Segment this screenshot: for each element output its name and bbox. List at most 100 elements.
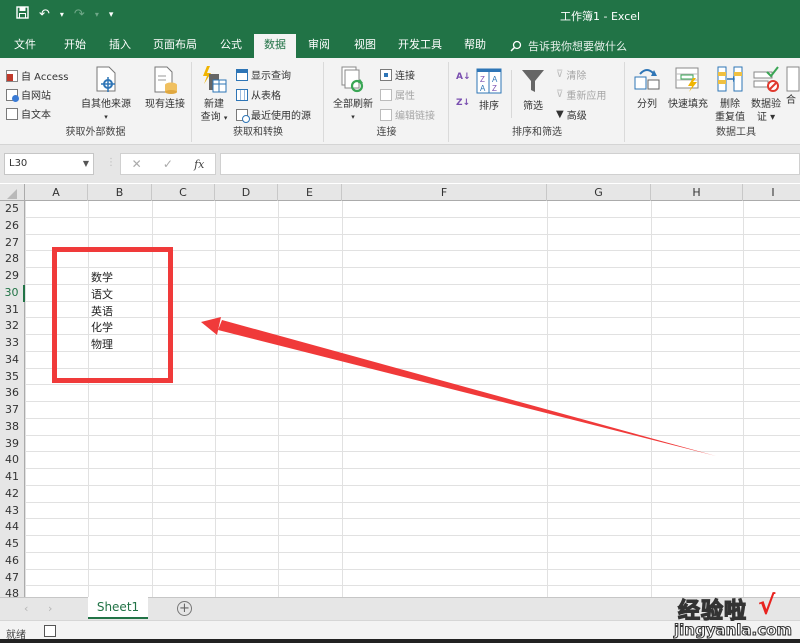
column-header-e[interactable]: E [278,184,342,201]
row-header-46[interactable]: 46 [0,552,25,570]
row-gridline [25,384,800,386]
row-header-47[interactable]: 47 [0,569,25,587]
column-header-d[interactable]: D [215,184,278,201]
from-table-button[interactable]: 从表格 [236,87,281,102]
scroll-sheets-left-icon[interactable]: ‹ [24,602,28,615]
from-access-button[interactable]: 自 Access [6,68,68,83]
row-gridline [25,417,800,419]
tab-insert[interactable]: 插入 [101,34,139,58]
add-sheet-icon[interactable]: + [177,601,192,616]
tab-help[interactable]: 帮助 [456,34,494,58]
column-header-g[interactable]: G [547,184,651,201]
row-header-45[interactable]: 45 [0,536,25,553]
column-header: A B C D E F G H I [0,184,800,201]
advanced-button[interactable]: ▼ 高级 [556,107,587,122]
undo-dropdown-icon[interactable]: ▾ [60,10,64,19]
row-header-31[interactable]: 31 [0,301,25,319]
formula-input[interactable] [220,153,800,175]
cancel-icon[interactable]: ✕ [132,157,142,171]
row-header-34[interactable]: 34 [0,351,25,369]
row-header-36[interactable]: 36 [0,385,25,402]
properties-button[interactable]: 属性 [380,87,415,102]
watermark-check-icon: √ [758,591,776,621]
tab-formulas[interactable]: 公式 [212,34,250,58]
tab-review[interactable]: 审阅 [300,34,338,58]
column-header-i[interactable]: I [743,184,800,201]
from-web-button[interactable]: 自网站 [6,87,51,102]
sort-button[interactable]: ZAAZ 排序 [474,68,504,113]
tab-file[interactable]: 文件 [6,34,44,58]
flash-fill-button[interactable]: 快速填充 [666,66,710,111]
svg-text:A: A [480,84,486,93]
edit-links-button[interactable]: 编辑链接 [380,107,435,122]
tab-developer[interactable]: 开发工具 [390,34,450,58]
data-validation-button[interactable]: 数据验 证 ▾ [748,66,784,124]
row-header-26[interactable]: 26 [0,217,25,235]
row-header-39[interactable]: 39 [0,435,25,453]
filter-icon [520,68,546,96]
row-gridline [25,585,800,587]
from-other-sources-button[interactable]: 自其他来源 ▾ [78,66,134,124]
row-header-35[interactable]: 35 [0,368,25,386]
row-header-41[interactable]: 41 [0,469,25,486]
column-header-b[interactable]: B [88,184,152,201]
tab-page-layout[interactable]: 页面布局 [145,34,205,58]
row-header-32[interactable]: 32 [0,318,25,335]
existing-connections-button[interactable]: 现有连接 [140,66,190,111]
row-header-30[interactable]: 30 [0,284,25,302]
new-query-button[interactable]: 新建 查询 ▾ [197,66,231,125]
consolidate-button[interactable]: 合 [786,66,800,107]
macro-record-icon[interactable] [44,625,56,637]
redo-icon[interactable]: ↷ [74,7,85,22]
save-icon[interactable] [16,6,29,23]
insert-function-icon[interactable]: fx [194,158,204,171]
enter-icon[interactable]: ✓ [163,157,173,171]
redo-dropdown-icon[interactable]: ▾ [95,10,99,19]
name-box-dropdown-icon[interactable]: ▼ [83,154,89,174]
formula-buttons: ✕ ✓ fx [120,153,216,175]
column-header-a[interactable]: A [25,184,88,201]
row-header-33[interactable]: 33 [0,335,25,352]
sort-z-a-button[interactable]: Z↓ [456,98,470,108]
filter-button[interactable]: 筛选 [518,68,548,113]
refresh-all-button[interactable]: 全部刷新 ▾ [329,66,377,124]
connections-button[interactable]: 连接 [380,67,415,82]
row-header-44[interactable]: 44 [0,519,25,536]
scroll-sheets-right-icon[interactable]: › [48,602,52,615]
row-header-40[interactable]: 40 [0,452,25,469]
column-header-c[interactable]: C [152,184,215,201]
row-header-27[interactable]: 27 [0,234,25,252]
text-to-columns-button[interactable]: 分列 [630,66,664,111]
clear-button[interactable]: ⊽ 清除 [556,67,586,82]
tab-view[interactable]: 视图 [346,34,384,58]
sheet-tab-sheet1[interactable]: Sheet1 [88,597,148,619]
from-text-button[interactable]: 自文本 [6,106,51,121]
row-header-42[interactable]: 42 [0,485,25,503]
tab-data[interactable]: 数据 [254,34,296,58]
row-header-25[interactable]: 25 [0,201,25,218]
select-all-button[interactable] [0,184,25,201]
undo-icon[interactable]: ↶ [39,7,50,22]
column-header-h[interactable]: H [651,184,743,201]
edit-links-icon [380,108,392,121]
sort-a-z-button[interactable]: A↓ [456,72,471,82]
remove-duplicates-button[interactable]: 删除 重复值 [712,66,748,124]
column-header-f[interactable]: F [342,184,547,201]
customize-qat-icon[interactable]: ▾ [109,10,114,20]
name-box[interactable]: L30 ▼ [4,153,94,175]
group-get-transform: 新建 查询 ▾ 显示查询 从表格 最近使用的源 获取和转换 [193,62,324,142]
show-queries-button[interactable]: 显示查询 [236,67,291,82]
annotation-highlight-box [52,247,173,383]
reapply-button[interactable]: ⊽ 重新应用 [556,87,606,102]
row-header-43[interactable]: 43 [0,502,25,520]
row-header-28[interactable]: 28 [0,251,25,268]
tab-home[interactable]: 开始 [56,34,94,58]
row-header-48[interactable]: 48 [0,586,25,597]
recent-sources-button[interactable]: 最近使用的源 [236,107,311,123]
tell-me-box[interactable]: 告诉我你想要做什么 [510,38,627,54]
other-sources-icon [93,66,119,94]
row-header-29[interactable]: 29 [0,268,25,285]
row-header-37[interactable]: 37 [0,402,25,419]
consolidate-icon [786,66,800,94]
row-header-38[interactable]: 38 [0,418,25,436]
